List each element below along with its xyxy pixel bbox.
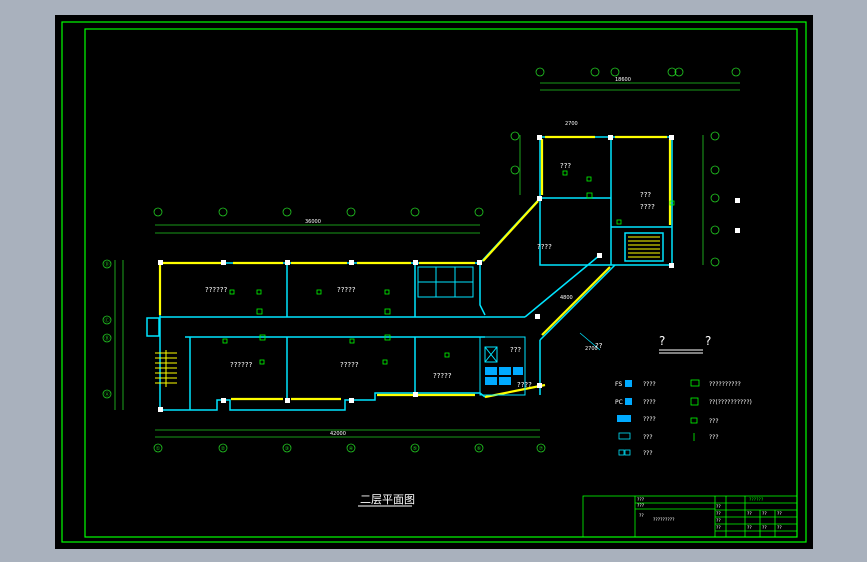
room-label-8: ??? xyxy=(560,162,571,170)
cad-viewport[interactable]: ?????? ????? ?????? ????? ????? ???? ???… xyxy=(55,15,813,549)
wing-windows xyxy=(540,135,672,225)
dim-bottom-total: 42000 xyxy=(330,431,346,437)
legend-sym-fs: FS xyxy=(615,381,622,388)
legend-label-4: ??? xyxy=(643,434,653,441)
dim-wing-total: 18600 xyxy=(615,77,631,83)
legend-label-r3: ??? xyxy=(709,418,719,425)
diagonal-connector xyxy=(479,197,616,395)
tb-row-1: ?? xyxy=(716,504,721,510)
tb-row-4: ?? xyxy=(716,525,721,531)
axis-label-left: Ⓐ xyxy=(104,391,109,398)
diagonal-windows xyxy=(482,200,611,336)
tb-cell-3: ?? xyxy=(777,511,782,517)
axis-label-left: Ⓑ xyxy=(104,335,109,342)
axis-label-bottom: ② xyxy=(221,446,226,452)
tb-cell-6: ?? xyxy=(777,525,782,531)
room-label-3: ?????? xyxy=(230,361,253,369)
tb-row-3: ?? xyxy=(716,518,721,524)
axis-label-bottom: ⑦ xyxy=(539,446,544,452)
drawing-title: 二层平面图 xyxy=(360,493,415,506)
legend: ? ? FS ???? PC ???? ???? ??? ??? ???????… xyxy=(615,334,752,457)
legend-label-r1: ?????????? xyxy=(709,381,741,388)
axis-label-left: Ⓒ xyxy=(104,317,109,324)
room-label-10: ???? xyxy=(517,381,532,389)
axis-label-bottom: ④ xyxy=(349,446,354,452)
entry-porch xyxy=(146,317,160,337)
tb-project: ????????? xyxy=(653,517,675,523)
tb-cell-1: ?? xyxy=(747,511,752,517)
tb-cell-5: ?? xyxy=(762,525,767,531)
axis-label-bottom: ③ xyxy=(285,446,289,452)
tb-cell-4: ?? xyxy=(747,525,752,531)
legend-title-left: ? xyxy=(659,334,665,348)
stair-left xyxy=(155,350,177,387)
tb-sheet: ?? xyxy=(639,513,644,519)
tb-drawn: ??? xyxy=(637,497,645,503)
legend-label-1: ???? xyxy=(643,381,656,388)
main-block xyxy=(146,262,525,411)
legend-label-3: ???? xyxy=(643,416,656,423)
stair-right xyxy=(628,236,660,258)
floor-plan-drawing: ?????? ????? ?????? ????? ????? ???? ???… xyxy=(61,21,807,543)
dim-corridor: 4800 xyxy=(560,295,573,301)
room-label-1: ?????? xyxy=(205,286,228,294)
tb-checked: ??? xyxy=(637,503,645,509)
right-wing xyxy=(539,136,673,266)
room-label-11: ??? xyxy=(510,346,521,354)
tb-cell-2: ?? xyxy=(762,511,767,517)
legend-label-r4: ??? xyxy=(709,434,719,441)
legend-sym-pc: PC xyxy=(615,399,623,406)
axis-label-bottom: ⑤ xyxy=(413,446,417,452)
room-label-6: ???? xyxy=(537,243,552,251)
columns xyxy=(158,135,740,412)
tb-company: ?????? xyxy=(749,497,764,503)
room-label-7: ???? xyxy=(640,203,655,211)
dim-top-total: 36000 xyxy=(305,219,321,225)
dim-wing-opening: 2700 xyxy=(565,121,578,127)
room-label-4: ????? xyxy=(340,361,359,369)
room-label-9: ??? xyxy=(640,191,651,199)
axis-label-bottom: ⑥ xyxy=(477,446,482,452)
room-label-5: ????? xyxy=(433,372,452,380)
legend-label-r2: ??(??????????) xyxy=(709,399,752,406)
room-label-2: ????? xyxy=(337,286,356,294)
inner-frame xyxy=(84,28,798,538)
dim-diag: 2700 xyxy=(585,346,598,352)
tb-row-2: ?? xyxy=(716,511,721,517)
axis-label-left: Ⓓ xyxy=(104,261,109,268)
legend-label-2: ???? xyxy=(643,399,656,406)
axis-label-bottom: ① xyxy=(156,446,161,452)
legend-title-right: ? xyxy=(705,334,711,348)
legend-label-5: ??? xyxy=(643,450,653,457)
